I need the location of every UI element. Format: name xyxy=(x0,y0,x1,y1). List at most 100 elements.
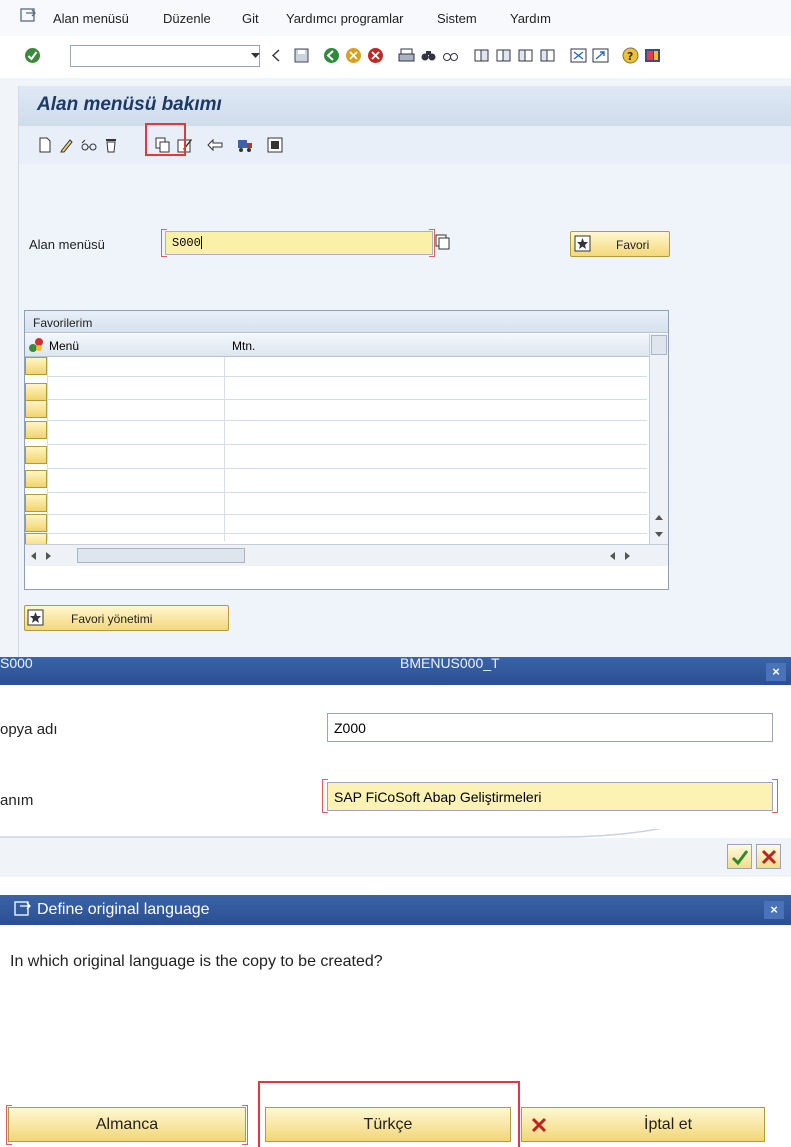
info-object-icon[interactable] xyxy=(267,137,283,153)
scroll-right-icon[interactable] xyxy=(43,551,53,561)
copy-dialog: S000 BMENUS000_T × opya adı Z000 anım SA… xyxy=(0,657,791,877)
dialog-title: Define original language xyxy=(37,901,210,918)
sap-main-window: Alan menüsü Düzenle Git Yardımcı program… xyxy=(0,0,791,657)
next-page-icon[interactable] xyxy=(517,47,534,64)
favorite-star-icon xyxy=(574,235,591,252)
cancel-x-icon xyxy=(761,849,777,865)
dialog-title-bar: Define original language × xyxy=(0,895,791,925)
menu-yardimci-programlar[interactable]: Yardımcı programlar xyxy=(286,11,404,26)
dialog-menu-icon[interactable] xyxy=(14,901,31,918)
confirm-button[interactable] xyxy=(727,844,752,869)
value-help-icon[interactable] xyxy=(435,234,451,250)
truck-icon[interactable] xyxy=(237,137,253,153)
favori-yonetimi-label: Favori yönetimi xyxy=(71,612,153,626)
dialog-divider xyxy=(0,829,791,877)
menu-alan-menusu[interactable]: Alan menüsü xyxy=(53,11,129,26)
delete-trash-icon[interactable] xyxy=(103,137,119,153)
favori-button[interactable]: Favori xyxy=(570,231,670,257)
transport-icon[interactable] xyxy=(207,137,223,153)
copy-name-value: Z000 xyxy=(334,720,366,736)
find-next-icon[interactable] xyxy=(442,47,459,64)
dialog-title-left: S000 xyxy=(0,657,33,671)
scroll-left-icon[interactable] xyxy=(29,551,39,561)
command-dropdown-icon[interactable] xyxy=(247,47,264,64)
copy-name-input[interactable]: Z000 xyxy=(327,713,773,742)
cancel-x-icon xyxy=(531,1117,547,1133)
description-label: anım xyxy=(0,792,34,809)
row-selector[interactable] xyxy=(25,470,47,488)
close-icon[interactable]: × xyxy=(764,901,784,919)
copy-highlight-box xyxy=(145,123,186,156)
standard-toolbar: ? xyxy=(0,36,791,78)
screen-area: Alan menüsü bakımı Alan menüsü S000 Favo… xyxy=(18,86,791,657)
previous-page-icon[interactable] xyxy=(495,47,512,64)
new-session-icon[interactable] xyxy=(570,47,587,64)
row-selector[interactable] xyxy=(25,446,47,464)
dialog-title-center: BMENUS000_T xyxy=(400,657,500,671)
exit-icon[interactable] xyxy=(345,47,362,64)
back-icon[interactable] xyxy=(323,47,340,64)
language-dialog: Define original language × In which orig… xyxy=(0,895,791,1147)
help-icon[interactable]: ? xyxy=(622,47,639,64)
scroll-right-icon[interactable] xyxy=(622,551,632,561)
favori-button-label: Favori xyxy=(616,238,650,252)
command-field[interactable] xyxy=(70,45,260,67)
save-icon[interactable] xyxy=(293,47,310,64)
row-selector[interactable] xyxy=(25,400,47,418)
system-menu-icon[interactable] xyxy=(20,8,38,24)
application-toolbar xyxy=(19,126,791,164)
row-selector[interactable] xyxy=(25,421,47,439)
almanca-button[interactable]: Almanca xyxy=(8,1107,246,1142)
row-selector[interactable] xyxy=(25,494,47,512)
description-input[interactable]: SAP FiCoSoft Abap Geliştirmeleri xyxy=(327,782,773,811)
shortcut-icon[interactable] xyxy=(592,47,609,64)
display-glasses-icon[interactable] xyxy=(81,137,97,153)
alan-menusu-input[interactable]: S000 xyxy=(165,231,433,255)
almanca-label: Almanca xyxy=(95,1116,159,1133)
favorite-star-icon xyxy=(27,609,44,626)
cancel-icon[interactable] xyxy=(367,47,384,64)
vertical-scrollbar[interactable] xyxy=(649,334,668,544)
scroll-up-icon[interactable] xyxy=(653,512,665,522)
dialog-question: In which original language is the copy t… xyxy=(10,953,383,970)
row-selector[interactable] xyxy=(25,357,47,375)
row-selector[interactable] xyxy=(25,514,47,532)
table-header: Menü Mtn. xyxy=(25,334,668,357)
iptal-et-label: İptal et xyxy=(644,1116,693,1133)
iptal-et-button[interactable]: İptal et xyxy=(521,1107,765,1142)
dialog-title-bar: S000 BMENUS000_T × xyxy=(0,657,791,685)
turkce-highlight-box xyxy=(258,1081,520,1147)
menu-duzenle[interactable]: Düzenle xyxy=(163,11,211,26)
focus-marker xyxy=(242,1105,248,1145)
menu-sistem[interactable]: Sistem xyxy=(437,11,477,26)
horizontal-scrollbar[interactable] xyxy=(25,544,668,566)
column-menu[interactable]: Menü xyxy=(49,339,79,353)
menu-git[interactable]: Git xyxy=(242,11,259,26)
change-pencil-icon[interactable] xyxy=(59,137,75,153)
table-settings-icon[interactable] xyxy=(28,337,44,353)
description-value: SAP FiCoSoft Abap Geliştirmeleri xyxy=(334,789,542,805)
print-icon[interactable] xyxy=(398,47,415,64)
alan-menusu-value: S000 xyxy=(172,236,201,250)
find-icon[interactable] xyxy=(420,47,437,64)
cancel-button[interactable] xyxy=(756,844,781,869)
row-selector[interactable] xyxy=(25,383,47,401)
first-page-icon[interactable] xyxy=(473,47,490,64)
svg-text:?: ? xyxy=(627,50,633,63)
column-mtn[interactable]: Mtn. xyxy=(232,339,255,353)
scroll-left-icon[interactable] xyxy=(608,551,618,561)
favorites-table: Favorilerim Menü Mtn. xyxy=(24,310,669,590)
scroll-down-icon[interactable] xyxy=(653,530,665,540)
screen-title-bar: Alan menüsü bakımı xyxy=(19,86,791,126)
close-icon[interactable]: × xyxy=(766,663,786,681)
last-page-icon[interactable] xyxy=(539,47,556,64)
customize-layout-icon[interactable] xyxy=(644,47,661,64)
table-title: Favorilerim xyxy=(25,311,668,333)
copy-name-label: opya adı xyxy=(0,721,58,738)
create-icon[interactable] xyxy=(37,137,53,153)
back-history-icon[interactable] xyxy=(268,47,285,64)
menu-yardim[interactable]: Yardım xyxy=(510,11,551,26)
alan-menusu-label: Alan menüsü xyxy=(29,237,105,252)
favori-yonetimi-button[interactable]: Favori yönetimi xyxy=(24,605,229,631)
enter-check-icon[interactable] xyxy=(24,47,41,64)
